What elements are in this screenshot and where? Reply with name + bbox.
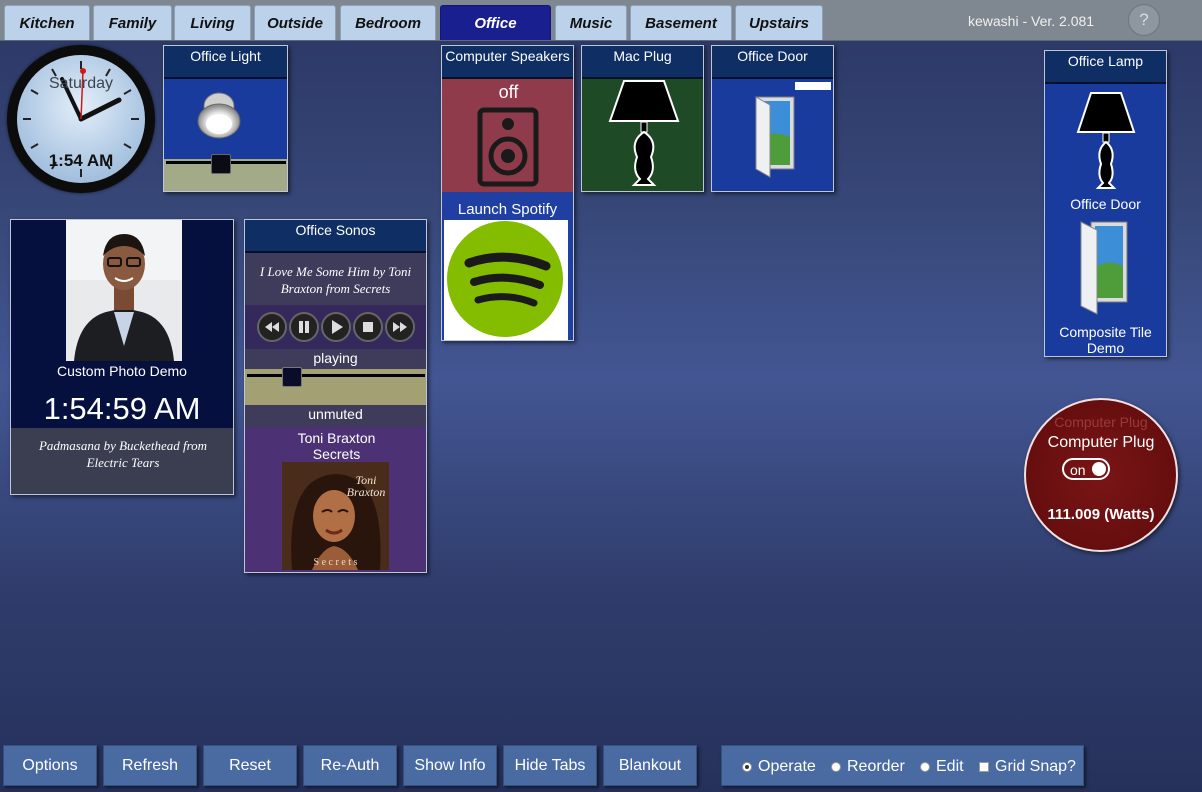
mode-edit-label: Edit [936,758,964,775]
refresh-button[interactable]: Refresh [103,745,197,786]
next-track-button[interactable] [385,312,415,342]
mac-plug-title: Mac Plug [582,46,703,79]
office-lamp-icon[interactable] [1045,87,1167,197]
lamp-icon [608,80,680,186]
analog-clock[interactable]: Saturday 1:54 AM [7,45,155,193]
sonos-volume-handle[interactable] [282,367,302,387]
stop-icon [363,322,373,332]
mode-reorder-label: Reorder [847,758,905,775]
tab-upstairs[interactable]: Upstairs [735,5,823,40]
computer-speakers-switch[interactable]: off [442,79,573,192]
toggle-knob [1092,462,1106,476]
mode-edit-option[interactable]: Edit [920,758,964,776]
office-door-title: Office Door [712,46,833,79]
dashboard-page: Kitchen Family Living Outside Bedroom Of… [0,0,1202,792]
office-door-tile[interactable]: Office Door [711,45,834,192]
photo-caption: Custom Photo Demo [57,363,187,379]
pause-icon [299,321,309,333]
play-button[interactable] [321,312,351,342]
help-button[interactable]: ? [1128,4,1160,36]
sonos-volume-slider[interactable] [245,367,426,405]
rewind-icon [265,322,279,332]
album-art-footer: S e c r e t s [313,557,358,568]
office-sonos-tile[interactable]: Office Sonos I Love Me Some Him by Toni … [244,219,427,573]
digital-time: 1:54:59 AM [43,391,201,426]
play-icon [332,320,343,334]
mac-plug-tile[interactable]: Mac Plug [581,45,704,192]
mode-reorder-option[interactable]: Reorder [831,758,905,776]
tab-basement[interactable]: Basement [630,5,732,40]
tab-office[interactable]: Office [440,5,551,40]
toggle-state: on [1070,462,1086,478]
clock-day: Saturday [48,75,114,92]
office-light-tile[interactable]: Office Light [163,45,288,192]
computer-plug-ghost-title: Computer Plug [1054,414,1148,430]
clock-time: 1:54 AM [48,151,114,170]
sonos-track: I Love Me Some Him by Toni Braxton from … [259,264,412,296]
edit-radio-icon[interactable] [920,762,930,772]
photo-track-text: Padmasana by Buckethead from Electric Te… [38,438,208,470]
launch-spotify-button[interactable] [444,220,568,340]
composite-office-door-label: Office Door [1070,196,1141,212]
office-sonos-title: Office Sonos [245,220,426,253]
brand-version: kewashi - Ver. 2.081 [968,13,1095,29]
launch-spotify-label: Launch Spotify [457,201,558,218]
operate-radio-icon[interactable] [742,762,752,772]
hide-tabs-button[interactable]: Hide Tabs [503,745,597,786]
grid-snap-checkbox-icon[interactable] [979,762,989,772]
reset-button[interactable]: Reset [203,745,297,786]
office-light-slider[interactable] [164,154,287,191]
computer-speakers-title: Computer Speakers [442,46,573,79]
speaker-icon [477,107,539,187]
computer-plug-title: Computer Plug [1047,434,1155,451]
grid-snap-option[interactable]: Grid Snap? [979,758,1076,776]
composite-tile-label: Composite Tile Demo [1059,324,1152,356]
computer-plug-toggle[interactable]: on [1062,458,1110,480]
tab-music[interactable]: Music [555,5,627,40]
mode-operate-option[interactable]: Operate [742,758,816,776]
office-lamp-tile[interactable]: Office Lamp Office Door Composite Tile D… [1044,50,1167,357]
light-bulb-icon [197,92,241,139]
fast-forward-icon [393,322,407,332]
grid-snap-label: Grid Snap? [995,758,1076,775]
tab-living[interactable]: Living [174,5,251,40]
album-art-artist: Toni Braxton [346,473,386,499]
tab-outside[interactable]: Outside [254,5,336,40]
mode-selector: Operate Reorder Edit Grid Snap? [721,745,1084,786]
sonos-now-playing: Toni Braxton Secrets Toni Braxton S e c … [245,427,426,572]
pause-button[interactable] [289,312,319,342]
computer-plug-tile[interactable]: Computer Plug Computer Plug on 111.009 (… [1024,398,1178,552]
mode-operate-label: Operate [758,758,816,775]
sonos-status: playing [313,350,358,366]
custom-photo-tile[interactable]: Custom Photo Demo 1:54:59 AM Padmasana b… [10,219,234,495]
door-icon [755,96,795,178]
reorder-radio-icon[interactable] [831,762,841,772]
office-lamp-title: Office Lamp [1045,51,1166,84]
photo-track-panel: Padmasana by Buckethead from Electric Te… [11,428,233,494]
reauth-button[interactable]: Re-Auth [303,745,397,786]
sonos-artist: Toni Braxton [297,430,376,446]
tab-bedroom[interactable]: Bedroom [340,5,436,40]
office-light-title: Office Light [164,46,287,79]
profile-photo [66,220,182,361]
options-button[interactable]: Options [3,745,97,786]
sonos-controls [245,305,426,349]
composite-door-icon[interactable] [1045,216,1167,316]
tab-family[interactable]: Family [93,5,172,40]
blankout-button[interactable]: Blankout [603,745,697,786]
spotify-icon [447,221,563,337]
office-light-switch[interactable] [164,79,287,159]
tab-bar: Kitchen Family Living Outside Bedroom Of… [0,0,1202,41]
previous-track-button[interactable] [257,312,287,342]
stop-button[interactable] [353,312,383,342]
computer-speakers-tile[interactable]: Computer Speakers off Launch Spotify [441,45,574,341]
sonos-mute-status[interactable]: unmuted [245,406,426,422]
office-light-slider-handle[interactable] [211,154,231,174]
sonos-album: Secrets [312,446,361,462]
tab-kitchen[interactable]: Kitchen [4,5,90,40]
show-info-button[interactable]: Show Info [403,745,497,786]
computer-plug-power: 111.009 (Watts) [1047,506,1155,523]
album-art: Toni Braxton S e c r e t s [282,462,389,570]
clock-face: Saturday 1:54 AM [17,55,145,183]
